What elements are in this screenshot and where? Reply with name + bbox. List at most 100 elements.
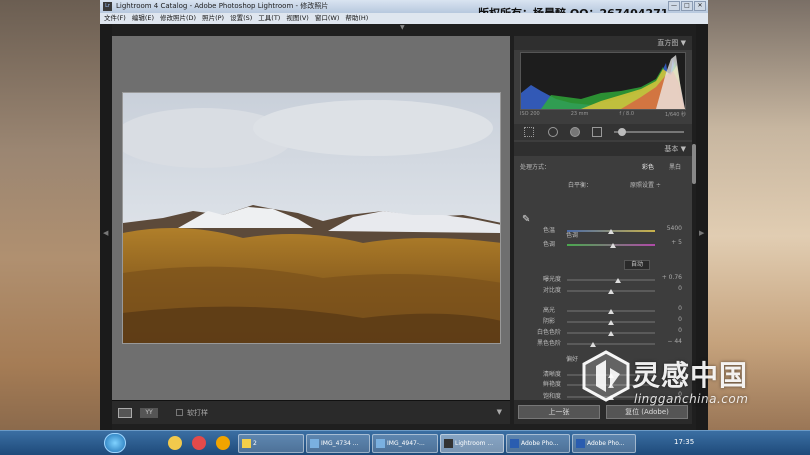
slider-value[interactable]: + 5 xyxy=(660,239,682,246)
bottom-toolbar: YY 软打样 ▼ xyxy=(112,400,510,424)
task-folder[interactable]: 2 xyxy=(238,434,304,453)
photoshop-icon xyxy=(576,439,585,448)
start-button[interactable] xyxy=(104,433,126,453)
window-controls: — □ ✕ xyxy=(668,1,706,11)
slider-value[interactable]: − 44 xyxy=(660,338,682,345)
basic-header[interactable]: 基本 ▼ xyxy=(514,142,692,156)
photoshop-icon xyxy=(510,439,519,448)
browser-icon[interactable] xyxy=(216,436,230,450)
lightroom-app-icon: Lr xyxy=(103,2,112,11)
panel-scrollbar[interactable] xyxy=(692,144,696,184)
image-icon xyxy=(376,439,385,448)
menu-settings[interactable]: 设置(S) xyxy=(230,13,252,24)
qq-icon[interactable] xyxy=(192,436,206,450)
top-panel-toggle-icon[interactable]: ▼ xyxy=(400,24,405,31)
toolbar-dropdown-icon[interactable]: ▼ xyxy=(497,408,502,416)
hist-shutter: 1/640 秒 xyxy=(665,112,686,118)
slider-label: 阴影 xyxy=(543,318,556,325)
slider-label: 鲜艳度 xyxy=(543,381,562,388)
histogram xyxy=(520,52,686,110)
wb-label: 白平衡： xyxy=(568,182,593,189)
task-img-4734[interactable]: IMG_4734 ... xyxy=(306,434,370,453)
slider-track[interactable] xyxy=(567,279,655,281)
slider-knob[interactable] xyxy=(608,309,614,314)
maximize-button[interactable]: □ xyxy=(681,1,693,11)
menu-edit[interactable]: 编辑(E) xyxy=(132,13,154,24)
slider-value[interactable]: 0 xyxy=(660,305,682,312)
lightroom-icon xyxy=(444,439,453,448)
close-button[interactable]: ✕ xyxy=(694,1,706,11)
right-arrow-icon: ▶ xyxy=(699,229,705,237)
menu-file[interactable]: 文件(F) xyxy=(104,13,126,24)
treatment-label: 处理方式： xyxy=(520,164,551,171)
before-after-button[interactable]: YY xyxy=(140,408,158,418)
hist-iso: ISO 200 xyxy=(520,111,540,117)
menu-tools[interactable]: 工具(T) xyxy=(258,13,280,24)
adjustment-brush-knob[interactable] xyxy=(618,128,626,136)
soft-proof-checkbox[interactable] xyxy=(176,409,183,416)
slider-knob[interactable] xyxy=(608,320,614,325)
desktop-left-background xyxy=(0,0,100,430)
slider-value[interactable]: 0 xyxy=(660,316,682,323)
red-eye-icon[interactable] xyxy=(570,127,580,137)
slider-value[interactable]: 0 xyxy=(660,285,682,292)
slider-knob[interactable] xyxy=(590,342,597,347)
menu-view[interactable]: 视图(V) xyxy=(286,13,309,24)
slider-label: 饱和度 xyxy=(543,393,562,400)
menu-develop[interactable]: 修改照片(D) xyxy=(160,13,196,24)
slider-knob[interactable] xyxy=(608,229,614,234)
slider-knob[interactable] xyxy=(608,289,614,294)
mountain-photo[interactable] xyxy=(122,92,501,344)
task-photoshop-2[interactable]: Adobe Pho... xyxy=(572,434,636,453)
auto-tone-button[interactable]: 自动 xyxy=(624,260,650,270)
loupe-view xyxy=(112,36,510,400)
lingganchina-logo-icon xyxy=(582,350,630,402)
corner-logo-url: lingganchina.com xyxy=(634,392,749,406)
develop-tool-strip xyxy=(514,124,692,140)
landscape-image xyxy=(123,93,500,343)
crop-icon[interactable] xyxy=(524,127,534,137)
slider-value[interactable]: 5400 xyxy=(660,225,682,232)
histogram-info: ISO 200 23 mm f / 8.0 1/640 秒 xyxy=(520,111,686,120)
taskbar-clock: 17:35 xyxy=(674,438,695,446)
menu-photo[interactable]: 照片(P) xyxy=(202,13,224,24)
wb-eyedropper-icon[interactable]: ✎ xyxy=(522,214,534,226)
graduated-filter-icon[interactable] xyxy=(592,127,602,137)
slider-label: 清晰度 xyxy=(543,371,562,378)
task-label: 2 xyxy=(253,440,257,447)
quicklaunch-icon-1[interactable] xyxy=(168,436,182,450)
corner-logo-name: 灵感中国 xyxy=(632,359,749,392)
slider-knob[interactable] xyxy=(615,278,622,283)
menu-window[interactable]: 窗口(W) xyxy=(315,13,340,24)
slider-label: 白色色阶 xyxy=(537,329,562,336)
slider-value[interactable]: 0 xyxy=(660,327,682,334)
treatment-bw-button[interactable]: 黑白 xyxy=(669,162,681,171)
minimize-button[interactable]: — xyxy=(668,1,680,11)
slider-knob[interactable] xyxy=(609,243,616,248)
menu-bar: 文件(F) 编辑(E) 修改照片(D) 照片(P) 设置(S) 工具(T) 视图… xyxy=(100,13,708,24)
task-img-4947[interactable]: IMG_4947-... xyxy=(372,434,438,453)
slider-label: 曝光度 xyxy=(543,276,562,283)
hist-focal: 23 mm xyxy=(570,111,589,117)
left-panel-toggle[interactable]: ◀ xyxy=(100,24,112,430)
loupe-view-button[interactable] xyxy=(118,408,132,418)
spot-removal-icon[interactable] xyxy=(548,127,558,137)
corner-watermark: 灵感中国 lingganchina.com xyxy=(578,348,778,418)
soft-proof-label: 软打样 xyxy=(187,409,208,417)
windows-taskbar: 2 IMG_4734 ... IMG_4947-... Lightroom ..… xyxy=(0,430,810,455)
slider-knob[interactable] xyxy=(608,331,614,336)
task-label: Adobe Pho... xyxy=(521,440,559,447)
task-label: Adobe Pho... xyxy=(587,440,625,447)
menu-help[interactable]: 帮助(H) xyxy=(345,13,368,24)
task-lightroom[interactable]: Lightroom ... xyxy=(440,434,504,453)
wb-select[interactable]: 原照设置 ÷ xyxy=(630,180,661,189)
slider-value[interactable]: + 0.76 xyxy=(660,274,682,281)
task-label: Lightroom ... xyxy=(455,440,494,447)
slider-label: 黑色色阶 xyxy=(537,340,562,347)
slider-track[interactable] xyxy=(567,343,655,345)
task-photoshop-1[interactable]: Adobe Pho... xyxy=(506,434,570,453)
treatment-color-button[interactable]: 彩色 xyxy=(642,162,654,171)
histogram-graph xyxy=(521,55,685,109)
hist-aperture: f / 8.0 xyxy=(619,111,634,117)
histogram-header[interactable]: 直方图 ▼ xyxy=(514,36,692,50)
